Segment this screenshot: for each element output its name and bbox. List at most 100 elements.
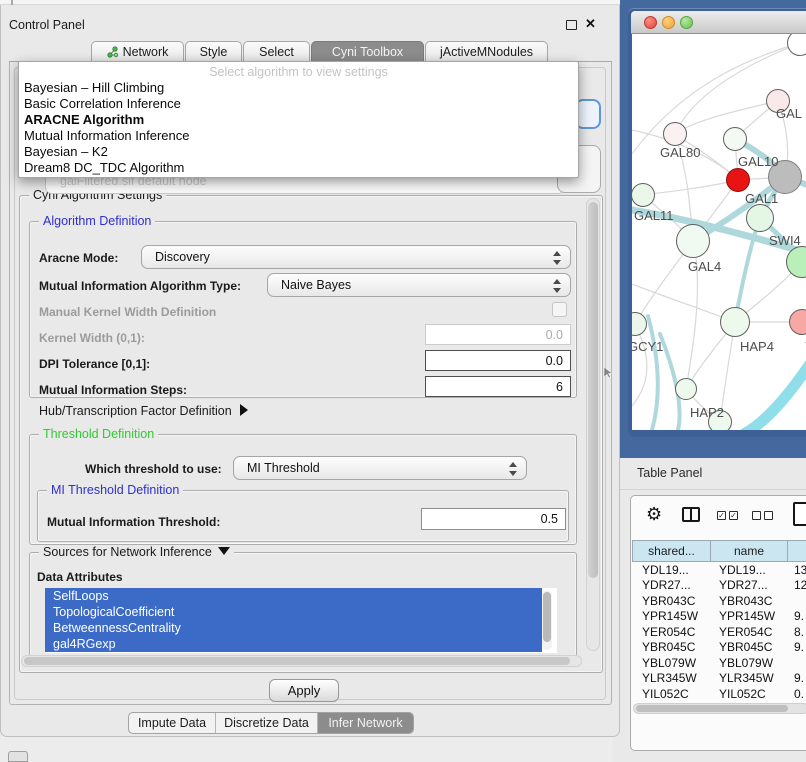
bottom-tab-bar: Impute Data Discretize Data Infer Networ… [128, 712, 414, 734]
kernel-width-label: Kernel Width (0,1): [39, 331, 145, 345]
list-item-selected[interactable]: TopologicalCoefficient [45, 604, 542, 620]
node-label: HAP4 [740, 339, 774, 354]
dpi-tolerance-field[interactable]: 0.0 [425, 350, 571, 371]
zoom-traffic-light-button[interactable] [680, 16, 693, 29]
settings-horizontal-scrollbar[interactable] [21, 655, 582, 667]
dropdown-placeholder: Select algorithm to view settings [19, 65, 578, 79]
scrollbar-thumb[interactable] [543, 592, 551, 642]
mi-algorithm-type-combobox[interactable]: Naive Bayes [267, 273, 571, 297]
node-label: GAL10 [738, 154, 778, 169]
sources-toggle[interactable]: Sources for Network Inference [39, 545, 234, 559]
divider [613, 489, 806, 490]
node-label: GAL11 [634, 208, 674, 223]
combobox-arrows-icon [553, 250, 561, 266]
mi-threshold-field[interactable]: 0.5 [421, 508, 566, 530]
document-icon[interactable] [793, 502, 806, 526]
sources-title: Sources for Network Inference [43, 545, 212, 559]
close-icon[interactable]: ✕ [585, 16, 596, 32]
table-row[interactable]: YDL19...YDL19...13 [632, 562, 806, 578]
columns-icon[interactable] [682, 507, 700, 522]
algorithm-dropdown-popup: Select algorithm to view settings Bayesi… [18, 61, 579, 178]
list-item-selected[interactable]: BetweennessCentrality [45, 620, 542, 636]
tab-network[interactable]: Network [91, 41, 184, 62]
scrollbar-thumb[interactable] [24, 657, 570, 665]
gear-icon[interactable]: ⚙ [646, 504, 662, 525]
table-panel: Table Panel ⚙ ✓ ✓ shared... name A YDL19… [613, 458, 806, 762]
unchecked-checkbox-icon[interactable] [764, 511, 773, 520]
mouse-cursor [604, 367, 612, 379]
combobox-value: Naive Bayes [281, 278, 351, 292]
network-node[interactable] [746, 204, 774, 232]
network-node[interactable] [676, 224, 710, 258]
minimize-traffic-light-button[interactable] [662, 16, 675, 29]
table-row[interactable]: YER054CYER054C8. [632, 624, 806, 640]
list-vertical-scrollbar[interactable] [542, 590, 552, 650]
group-title: Threshold Definition [39, 427, 158, 441]
list-item-selected[interactable]: gal4RGexp [45, 636, 542, 652]
aracne-mode-combobox[interactable]: Discovery [141, 245, 571, 269]
manual-kernel-width-checkbox[interactable] [552, 302, 567, 317]
network-node[interactable] [675, 378, 697, 400]
which-threshold-label: Which threshold to use: [85, 462, 222, 476]
tab-impute-data[interactable]: Impute Data [129, 713, 215, 733]
table-row[interactable]: YIL052CYIL052C0. [632, 686, 806, 702]
tab-jactivemnodules[interactable]: jActiveMNodules [425, 41, 548, 62]
network-view-window[interactable]: GAL GAL80 GAL10 GAL1 GAL11 GAL4 SWI4 GCY… [628, 8, 806, 437]
which-threshold-combobox[interactable]: MI Threshold [233, 456, 527, 480]
column-header[interactable]: A [788, 540, 806, 562]
table-row[interactable]: YBL079WYBL079W [632, 655, 806, 671]
tab-label: Cyni Toolbox [332, 45, 403, 59]
combobox-arrows-icon [553, 278, 561, 294]
checked-checkbox-icon[interactable]: ✓ [729, 511, 738, 520]
close-traffic-light-button[interactable] [644, 16, 657, 29]
kernel-width-field[interactable]: 0.0 [425, 324, 571, 345]
algorithm-option-highlighted[interactable]: ARACNE Algorithm [24, 112, 144, 127]
dock-icon[interactable] [8, 751, 28, 762]
tab-cyni-toolbox[interactable]: Cyni Toolbox [311, 41, 424, 62]
column-header[interactable]: name [711, 540, 788, 562]
data-attributes-list[interactable]: SelfLoops TopologicalCoefficient Between… [45, 588, 557, 653]
algorithm-option[interactable]: Bayesian – Hill Climbing [24, 80, 164, 95]
network-node[interactable] [632, 183, 655, 207]
algorithm-option[interactable]: Dream8 DC_TDC Algorithm [24, 160, 184, 175]
scrollbar-thumb[interactable] [636, 705, 788, 712]
float-window-icon[interactable] [566, 20, 577, 30]
network-window-titlebar[interactable] [631, 11, 806, 34]
algorithm-option[interactable]: Basic Correlation Inference [24, 96, 181, 111]
network-node[interactable] [720, 307, 750, 337]
checked-checkbox-icon[interactable]: ✓ [717, 511, 726, 520]
table-row[interactable]: YBR045CYBR045C9. [632, 640, 806, 656]
tab-style[interactable]: Style [185, 41, 242, 62]
network-canvas[interactable]: GAL GAL80 GAL10 GAL1 GAL11 GAL4 SWI4 GCY… [632, 34, 806, 430]
settings-vertical-scrollbar[interactable] [586, 198, 600, 651]
algorithm-option[interactable]: Mutual Information Inference [24, 128, 189, 143]
table-panel-title: Table Panel [637, 466, 702, 480]
table-row[interactable]: YPR145WYPR145W9. [632, 609, 806, 625]
network-node[interactable] [663, 122, 687, 146]
tab-infer-network[interactable]: Infer Network [317, 713, 413, 733]
tab-select[interactable]: Select [243, 41, 310, 62]
group-title: Algorithm Definition [39, 214, 155, 228]
mi-steps-label: Mutual Information Steps: [39, 383, 187, 397]
scrollbar-thumb[interactable] [588, 202, 598, 578]
table-row[interactable]: YDR27...YDR27...12 [632, 578, 806, 594]
apply-button[interactable]: Apply [269, 679, 339, 702]
network-node-selected[interactable] [726, 168, 750, 192]
algorithm-option[interactable]: Bayesian – K2 [24, 144, 108, 159]
screen: GAL GAL80 GAL10 GAL1 GAL11 GAL4 SWI4 GCY… [0, 0, 806, 762]
tab-label: Style [200, 45, 228, 59]
unchecked-checkbox-icon[interactable] [752, 511, 761, 520]
triangle-down-icon [218, 547, 230, 555]
hub-definition-toggle[interactable]: Hub/Transcription Factor Definition [39, 404, 248, 418]
table-horizontal-scrollbar[interactable] [633, 703, 806, 714]
table-row[interactable]: YLR345WYLR345W9. [632, 671, 806, 687]
column-header[interactable]: shared... [632, 540, 711, 562]
manual-kernel-width-label: Manual Kernel Width Definition [39, 305, 216, 319]
triangle-right-icon [240, 404, 248, 416]
list-item-selected[interactable]: SelfLoops [45, 588, 542, 604]
node-label: SWI4 [769, 233, 801, 248]
tab-discretize-data[interactable]: Discretize Data [215, 713, 317, 733]
table-row[interactable]: YBR043CYBR043C [632, 593, 806, 609]
mi-steps-field[interactable]: 6 [425, 376, 571, 397]
network-node[interactable] [723, 127, 747, 151]
